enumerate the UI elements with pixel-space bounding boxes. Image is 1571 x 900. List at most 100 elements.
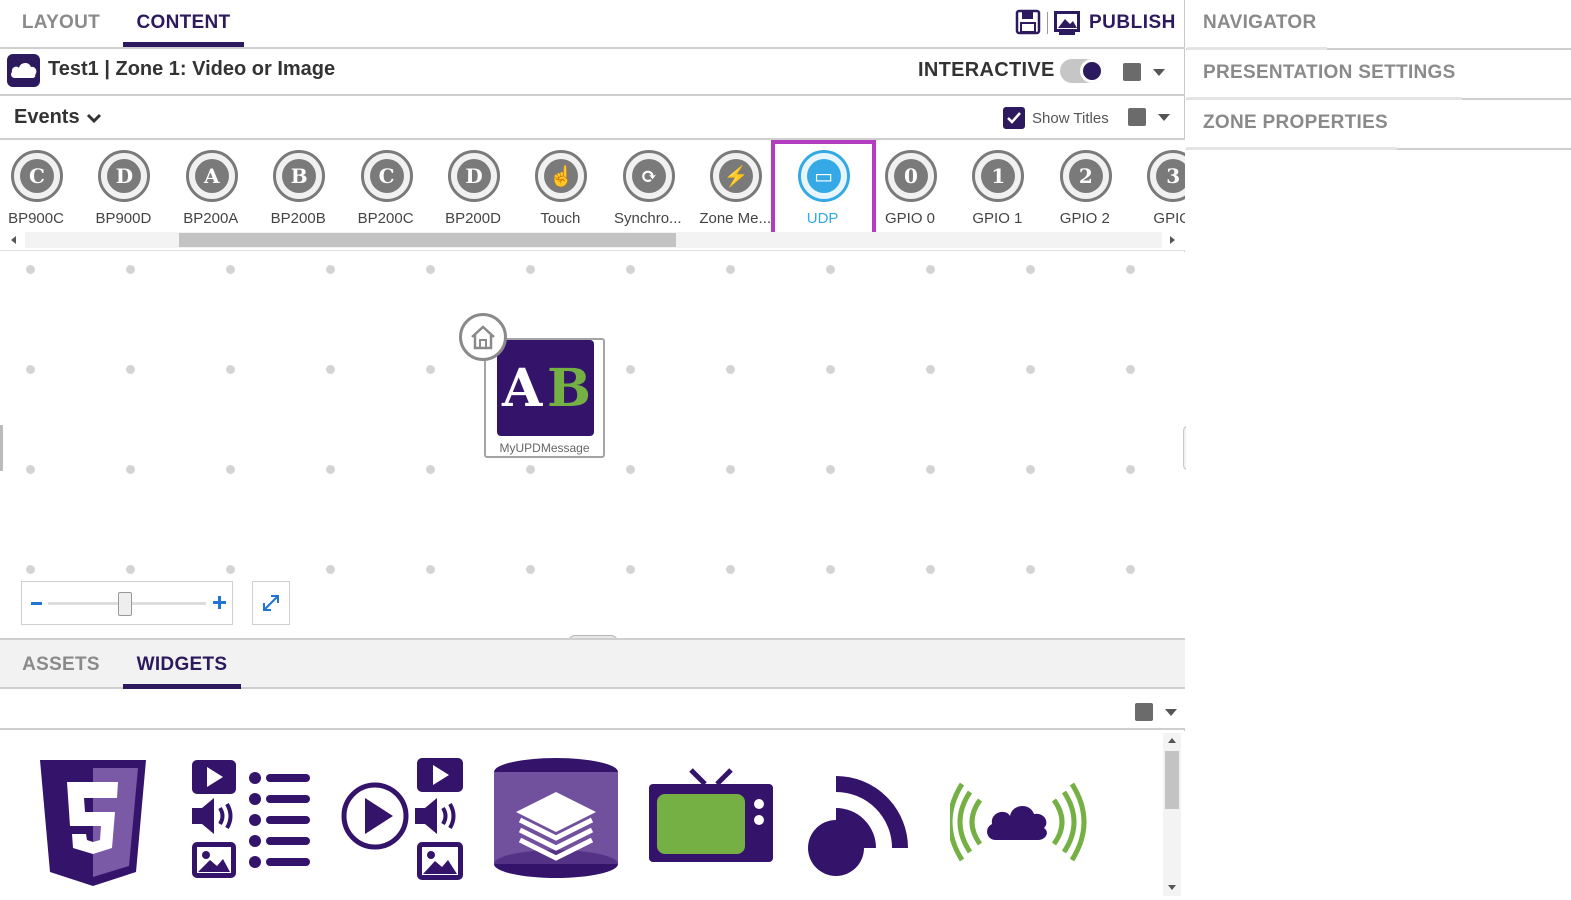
widget-on-demand[interactable] xyxy=(335,756,475,896)
grid-dot xyxy=(326,565,335,574)
button-panel-icon: D xyxy=(98,150,151,202)
widget-media-list[interactable] xyxy=(180,756,320,896)
chevron-down-icon xyxy=(1158,114,1170,121)
state-canvas[interactable]: A B MyUPDMessage xyxy=(0,252,1185,638)
gpio-icon: 2 xyxy=(1059,150,1112,202)
event-item-gpio-0[interactable]: 0 GPIO 0 xyxy=(867,146,953,232)
widget-video-stream[interactable] xyxy=(643,756,783,896)
event-item-gpio-2[interactable]: 2 GPIO 2 xyxy=(1042,146,1128,232)
event-palette-scrollbar[interactable] xyxy=(5,231,1182,249)
grid-dot xyxy=(226,265,235,274)
event-glyph: C xyxy=(20,159,54,193)
scroll-up-icon[interactable] xyxy=(1168,738,1176,743)
thumbnail-initial-a: A xyxy=(502,358,543,419)
event-item-gpio-1[interactable]: 1 GPIO 1 xyxy=(954,146,1040,232)
event-label: GPIO 1 xyxy=(972,210,1023,227)
state-name: MyUPDMessage xyxy=(499,441,590,455)
publish-button[interactable]: PUBLISH xyxy=(1053,8,1176,38)
event-item-gpio[interactable]: 3 GPIO xyxy=(1129,146,1185,232)
event-label: BP200B xyxy=(270,210,326,227)
library-tab-bar: ASSETS WIDGETS xyxy=(0,638,1185,689)
grid-dot xyxy=(726,565,735,574)
toolbar-divider xyxy=(1047,12,1048,34)
event-label: GPIO 2 xyxy=(1059,210,1110,227)
checkbox-checked-icon xyxy=(1003,107,1025,129)
event-label: Zone Me... xyxy=(699,210,772,227)
zoom-out-icon[interactable] xyxy=(31,602,42,605)
zoom-slider-handle[interactable] xyxy=(118,592,132,616)
event-glyph: 2 xyxy=(1068,159,1103,193)
zoom-control xyxy=(21,581,233,625)
scroll-down-icon[interactable] xyxy=(1168,885,1176,890)
show-titles-checkbox[interactable]: Show Titles xyxy=(1003,107,1109,129)
grid-dot xyxy=(1126,465,1135,474)
widgets-options-dropdown[interactable] xyxy=(1135,701,1185,723)
event-item-bp200a[interactable]: A BP200A xyxy=(168,146,254,232)
event-item-bp200c[interactable]: C BP200C xyxy=(343,146,429,232)
event-item-touch[interactable]: ☝ Touch xyxy=(517,146,603,232)
grid-dot xyxy=(926,565,935,574)
widget-live-feed[interactable] xyxy=(798,756,938,896)
grid-dot xyxy=(826,565,835,574)
event-item-bp200d[interactable]: D BP200D xyxy=(430,146,516,232)
event-item-bp900c[interactable]: C BP900C xyxy=(0,146,79,232)
grid-dot xyxy=(726,265,735,274)
grid-dot xyxy=(126,265,135,274)
presentation-settings-section[interactable]: PRESENTATION SETTINGS xyxy=(1186,50,1571,100)
zoom-in-icon[interactable] xyxy=(213,596,226,609)
events-dropdown[interactable]: Events xyxy=(14,106,102,129)
events-options-dropdown[interactable] xyxy=(1128,106,1178,128)
widget-super-state[interactable] xyxy=(488,756,628,896)
tab-widgets[interactable]: WIDGETS xyxy=(123,650,241,689)
expand-icon xyxy=(263,595,279,611)
event-item-bp200b[interactable]: B BP200B xyxy=(255,146,341,232)
tab-content[interactable]: CONTENT xyxy=(123,0,244,47)
navigator-section[interactable]: NAVIGATOR xyxy=(1186,0,1571,50)
tab-assets[interactable]: ASSETS xyxy=(10,650,112,689)
event-item-bp900d[interactable]: D BP900D xyxy=(80,146,166,232)
grid-dot xyxy=(26,265,35,274)
event-glyph: ☝ xyxy=(544,159,579,193)
event-item-zone-me[interactable]: ⚡ Zone Me... xyxy=(692,146,778,232)
event-glyph: D xyxy=(107,159,142,193)
main-column: LAYOUT CONTENT PUBLISH Test1 | Zone 1: V… xyxy=(0,0,1185,900)
grid-dot xyxy=(326,265,335,274)
interactive-toggle[interactable] xyxy=(1060,59,1104,83)
navigator-heading: NAVIGATOR xyxy=(1203,12,1317,33)
cloud-stream-icon xyxy=(947,782,1087,862)
tab-layout[interactable]: LAYOUT xyxy=(10,0,112,47)
section-underline xyxy=(1187,147,1397,150)
grid-dot xyxy=(1026,565,1035,574)
button-panel-icon: B xyxy=(273,150,326,202)
scroll-right-icon[interactable] xyxy=(1170,236,1175,244)
grid-dot xyxy=(226,565,235,574)
widget-html5[interactable] xyxy=(22,756,162,896)
event-item-udp[interactable]: ▭ UDP xyxy=(780,146,866,232)
event-glyph: 3 xyxy=(1156,159,1185,193)
button-panel-icon: C xyxy=(11,150,63,202)
grid-dot xyxy=(926,265,935,274)
event-label: Touch xyxy=(540,210,581,227)
scroll-left-icon[interactable] xyxy=(11,236,16,244)
grid-dot xyxy=(426,465,435,474)
event-label: BP200A xyxy=(183,210,239,227)
widget-cloud-stream[interactable] xyxy=(947,756,1090,896)
widget-library-scrollbar[interactable] xyxy=(1163,733,1181,896)
save-icon[interactable] xyxy=(1015,9,1041,35)
event-label: BP900C xyxy=(8,210,64,227)
grid-dot xyxy=(726,365,735,374)
scrollbar-thumb[interactable] xyxy=(179,233,676,247)
event-item-synchro[interactable]: ⟳ Synchro... xyxy=(605,146,691,232)
grid-dot xyxy=(826,265,835,274)
events-dropdown-label: Events xyxy=(14,106,80,128)
square-icon xyxy=(1128,108,1146,126)
html5-icon xyxy=(40,760,146,886)
left-panel-grip[interactable] xyxy=(0,425,3,471)
zone-options-dropdown[interactable] xyxy=(1123,61,1173,83)
grid-dot xyxy=(1126,365,1135,374)
fit-to-screen-button[interactable] xyxy=(252,581,290,625)
zone-properties-section[interactable]: ZONE PROPERTIES xyxy=(1186,100,1571,150)
touch-icon: ☝ xyxy=(535,150,588,202)
scrollbar-thumb[interactable] xyxy=(1165,751,1179,809)
live-feed-icon xyxy=(808,776,908,876)
